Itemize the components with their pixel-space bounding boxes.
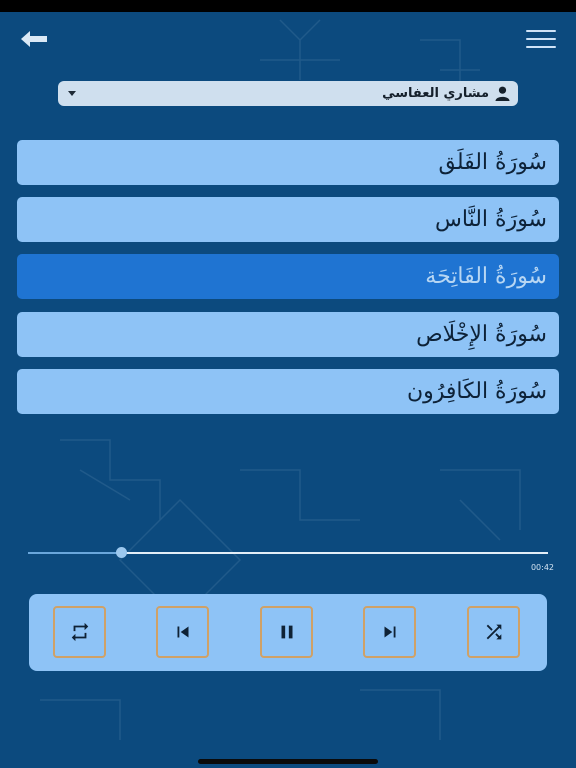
progress-fill <box>28 552 122 554</box>
surah-label: سُورَةُ الفَاتِحَة <box>425 264 547 289</box>
repeat-icon <box>71 622 88 642</box>
back-button[interactable] <box>16 26 52 52</box>
menu-icon <box>526 30 556 32</box>
surah-label: سُورَةُ الكَافِرُون <box>406 379 547 404</box>
reciter-dropdown[interactable]: مشاري العفاسي <box>58 81 518 106</box>
surah-label: سُورَةُ الفَلَق <box>438 150 547 175</box>
surah-item-falaq[interactable]: سُورَةُ الفَلَق <box>17 140 559 185</box>
next-button[interactable] <box>363 606 416 658</box>
surah-label: سُورَةُ الإِخْلَاص <box>416 322 547 347</box>
surah-label: سُورَةُ النَّاس <box>435 207 547 232</box>
repeat-button[interactable] <box>53 606 106 658</box>
caret-down-icon <box>68 91 76 96</box>
pause-icon <box>281 625 292 639</box>
home-indicator <box>198 759 378 764</box>
pause-button[interactable] <box>260 606 313 658</box>
surah-item-kafirun[interactable]: سُورَةُ الكَافِرُون <box>17 369 559 414</box>
menu-icon <box>526 46 556 48</box>
elapsed-time: 00:42 <box>530 563 554 572</box>
reciter-name: مشاري العفاسي <box>382 86 489 101</box>
shuffle-button[interactable] <box>467 606 520 658</box>
surah-item-ikhlas[interactable]: سُورَةُ الإِخْلَاص <box>17 312 559 357</box>
previous-icon <box>177 626 188 638</box>
shuffle-icon <box>486 624 501 640</box>
user-icon <box>495 86 510 101</box>
surah-item-nas[interactable]: سُورَةُ النَّاس <box>17 197 559 242</box>
surah-item-fatiha[interactable]: سُورَةُ الفَاتِحَة <box>17 254 559 299</box>
player-controls <box>29 594 547 671</box>
back-arrow-icon <box>21 31 47 47</box>
next-icon <box>384 626 395 638</box>
progress-thumb[interactable] <box>115 547 127 558</box>
status-bar <box>0 0 576 12</box>
menu-button[interactable] <box>522 24 560 54</box>
previous-button[interactable] <box>156 606 209 658</box>
progress-slider[interactable] <box>28 547 548 558</box>
menu-icon <box>526 38 556 40</box>
reciter-selected: مشاري العفاسي <box>382 86 510 101</box>
